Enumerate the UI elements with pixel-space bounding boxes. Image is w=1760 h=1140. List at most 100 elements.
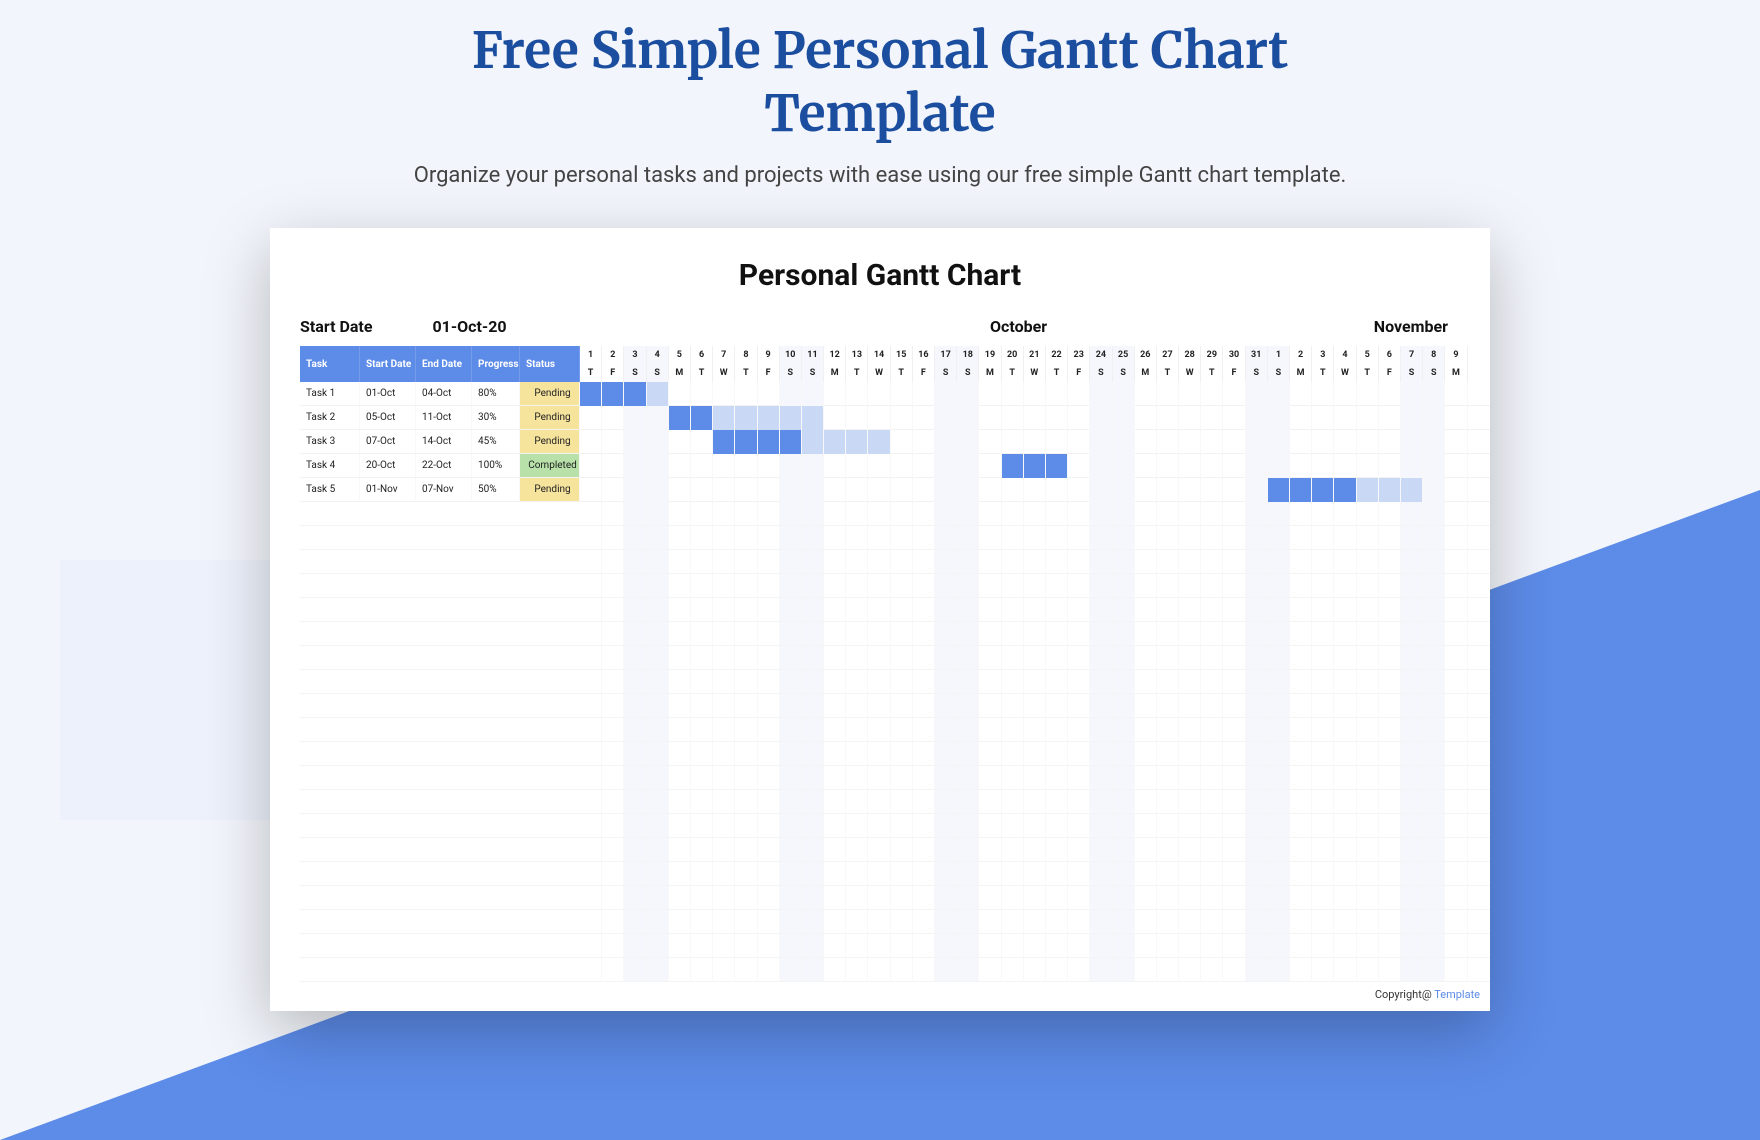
timeline-cell xyxy=(1157,718,1179,741)
timeline-cell xyxy=(713,550,735,573)
timeline-cell xyxy=(1024,502,1046,525)
timeline-cell xyxy=(669,910,691,933)
empty-row xyxy=(300,862,580,886)
timeline-cell xyxy=(802,694,824,717)
timeline-cell xyxy=(802,406,824,430)
cell: Task 5 xyxy=(300,478,360,501)
timeline-cell xyxy=(1002,910,1024,933)
dow-cell: T xyxy=(691,364,713,382)
timeline-cell xyxy=(1068,430,1090,454)
timeline-cell xyxy=(713,766,735,789)
timeline-cell xyxy=(1423,574,1445,597)
timeline-cell xyxy=(913,886,935,909)
timeline-cell xyxy=(1423,910,1445,933)
timeline-cell xyxy=(624,886,646,909)
timeline-cell xyxy=(1445,790,1467,813)
timeline-cell xyxy=(1068,790,1090,813)
timeline-cell xyxy=(758,382,780,406)
timeline-cell xyxy=(669,742,691,765)
timeline-cell xyxy=(1246,670,1268,693)
timeline-cell xyxy=(580,958,602,981)
timeline-cell xyxy=(1068,454,1090,478)
timeline-cell xyxy=(780,694,802,717)
timeline-cell xyxy=(1423,958,1445,981)
timeline-cell xyxy=(1223,742,1245,765)
meta-row: Start Date 01-Oct-20 October November xyxy=(270,317,1490,346)
timeline-cell xyxy=(1024,406,1046,430)
timeline-cell xyxy=(1135,526,1157,549)
timeline-cell xyxy=(1401,406,1423,430)
timeline-cell xyxy=(824,454,846,478)
timeline-cell xyxy=(1090,646,1112,669)
timeline-cell xyxy=(780,598,802,621)
timeline-cell xyxy=(735,382,757,406)
timeline-cell xyxy=(1445,430,1467,454)
timeline-cell xyxy=(1135,694,1157,717)
timeline-cell xyxy=(891,646,913,669)
empty-timeline-row xyxy=(580,862,1490,886)
timeline-cell xyxy=(913,742,935,765)
timeline-cell xyxy=(713,646,735,669)
timeline-cell xyxy=(935,790,957,813)
timeline-cell xyxy=(846,718,868,741)
timeline-cell xyxy=(758,910,780,933)
timeline-cell xyxy=(647,862,669,885)
timeline-cell xyxy=(1179,862,1201,885)
dow-cell: W xyxy=(1024,364,1046,382)
timeline-cell xyxy=(624,454,646,478)
timeline-cell xyxy=(1312,478,1334,502)
timeline-cell xyxy=(624,670,646,693)
timeline-cell xyxy=(691,670,713,693)
timeline-cell xyxy=(713,454,735,478)
empty-row xyxy=(300,766,580,790)
timeline-cell xyxy=(647,430,669,454)
timeline-cell xyxy=(1223,958,1245,981)
day-number-cell: 5 xyxy=(1357,346,1379,364)
timeline-cell xyxy=(647,598,669,621)
timeline-cell xyxy=(735,766,757,789)
timeline-cell xyxy=(1357,790,1379,813)
timeline-cell xyxy=(957,574,979,597)
timeline-cell xyxy=(691,814,713,837)
timeline-cell xyxy=(1246,430,1268,454)
timeline-cell xyxy=(1246,934,1268,957)
timeline-cell xyxy=(647,934,669,957)
timeline-cell xyxy=(1113,574,1135,597)
empty-timeline-row xyxy=(580,910,1490,934)
timeline-cell xyxy=(1312,934,1334,957)
timeline-cell xyxy=(735,406,757,430)
timeline-cell xyxy=(1157,430,1179,454)
timeline-cell xyxy=(1268,406,1290,430)
timeline-cell xyxy=(1090,934,1112,957)
timeline-cell xyxy=(1179,838,1201,861)
timeline-cell xyxy=(1157,934,1179,957)
dow-cell: W xyxy=(713,364,735,382)
timeline-cell xyxy=(1201,886,1223,909)
cell: 01-Nov xyxy=(360,478,416,501)
dow-cell: T xyxy=(1201,364,1223,382)
timeline-cell xyxy=(1401,742,1423,765)
timeline-cell xyxy=(1290,742,1312,765)
timeline-cell xyxy=(824,406,846,430)
timeline-cell xyxy=(624,934,646,957)
timeline-cell xyxy=(758,478,780,502)
timeline-cell xyxy=(957,886,979,909)
day-number-cell: 16 xyxy=(913,346,935,364)
timeline-cell xyxy=(1002,382,1024,406)
timeline-cell xyxy=(1379,526,1401,549)
timeline-cell xyxy=(957,406,979,430)
timeline-cell xyxy=(1401,718,1423,741)
dow-cell: T xyxy=(1157,364,1179,382)
timeline-cell xyxy=(1445,838,1467,861)
timeline-cell xyxy=(669,550,691,573)
timeline-cell xyxy=(1334,382,1356,406)
timeline-cell xyxy=(1357,574,1379,597)
timeline-cell xyxy=(1290,790,1312,813)
timeline-cell xyxy=(957,382,979,406)
timeline-cell xyxy=(891,550,913,573)
timeline-cell xyxy=(846,574,868,597)
timeline-cell xyxy=(758,694,780,717)
empty-row xyxy=(300,502,580,526)
status-badge: Completed xyxy=(520,454,580,477)
day-number-cell: 1 xyxy=(1268,346,1290,364)
